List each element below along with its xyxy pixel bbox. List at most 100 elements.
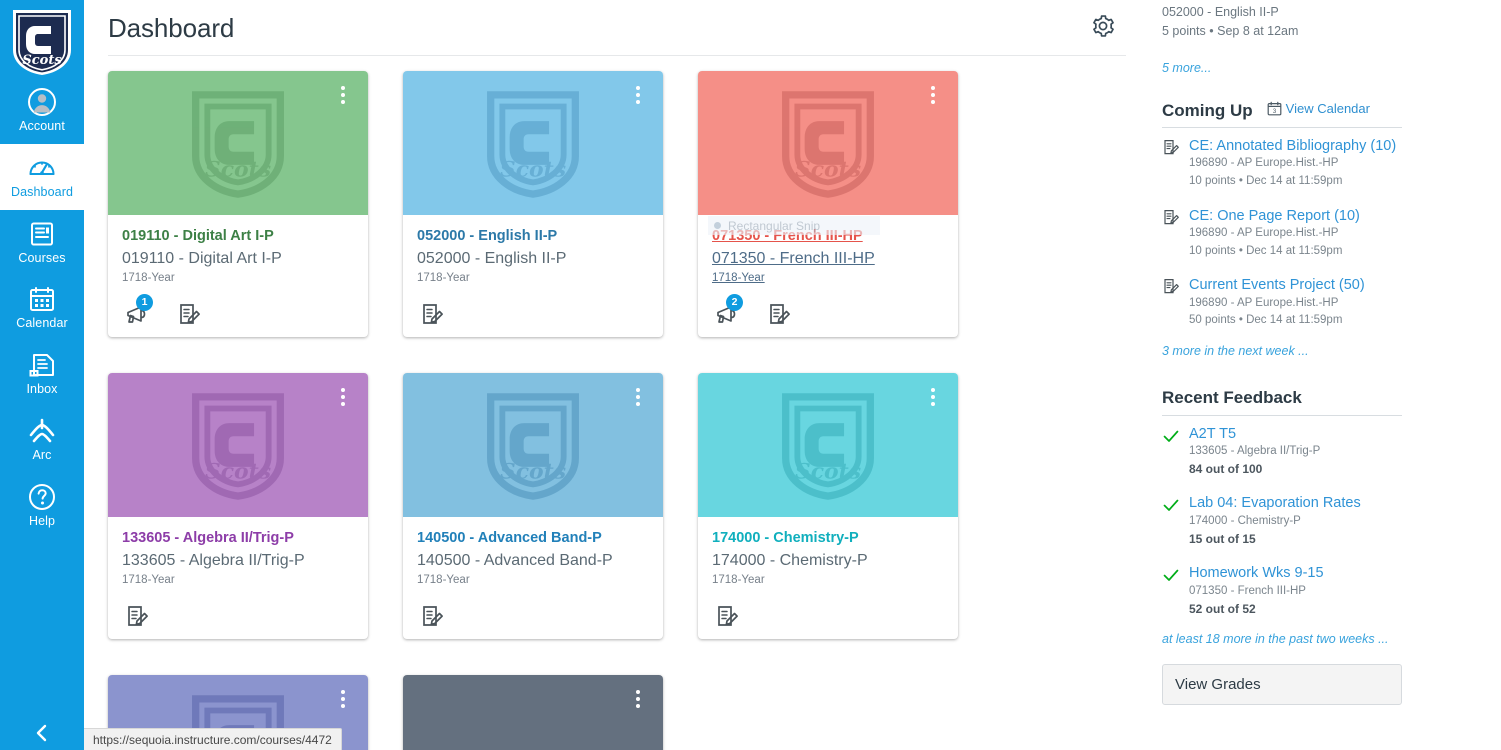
course-card-header[interactable]: Scots	[698, 372, 958, 517]
course-card-nickname[interactable]: 140500 - Advanced Band-P	[417, 529, 602, 547]
course-card-fullname[interactable]: 071350 - French III-HP	[712, 249, 944, 270]
course-card[interactable]: Scots 174000 - Chemistry-P 174000 - Chem…	[698, 372, 958, 639]
course-card-nickname[interactable]: 052000 - English II-P	[417, 227, 557, 245]
list-item[interactable]: Homework Wks 9-15 071350 - French III-HP…	[1162, 564, 1402, 618]
sidebar-item-label: Help	[28, 513, 56, 528]
course-card-actions: 1	[122, 293, 354, 327]
course-card[interactable]: Scots 052000 - English II-P 052000 - Eng…	[403, 71, 663, 337]
course-card-term[interactable]: 1718-Year	[417, 272, 649, 284]
course-card-options-kebab-icon[interactable]	[629, 385, 647, 409]
course-card-fullname[interactable]: 174000 - Chemistry-P	[712, 551, 944, 572]
coming-up-item-meta: 10 points • Dec 14 at 11:59pm	[1189, 174, 1343, 187]
help-question-icon	[27, 482, 57, 512]
feedback-item-score: 84 out of 100	[1189, 462, 1263, 477]
course-card-options-kebab-icon[interactable]	[334, 83, 352, 107]
course-card-nickname[interactable]: 133605 - Algebra II/Trig-P	[122, 529, 294, 547]
coming-up-item-course: 196890 - AP Europe.Hist.-HP	[1189, 157, 1339, 170]
course-card-nickname[interactable]: 174000 - Chemistry-P	[712, 529, 859, 547]
course-card-header[interactable]	[403, 674, 663, 750]
feedback-item-title[interactable]: Homework Wks 9-15	[1189, 564, 1402, 582]
scots-crest-logo-icon: Scots	[184, 389, 292, 501]
course-card-term[interactable]: 1718-Year	[417, 574, 649, 586]
course-card[interactable]: Scots Rectangular Snip 071350 - French I…	[698, 71, 958, 337]
course-card-body: 133605 - Algebra II/Trig-P 133605 - Alge…	[108, 517, 368, 639]
assignments-icon[interactable]	[766, 301, 792, 327]
coming-up-more-link[interactable]: 3 more in the next week ...	[1162, 344, 1402, 358]
sidebar-item-calendar[interactable]: Calendar	[0, 275, 84, 341]
course-card-options-kebab-icon[interactable]	[334, 687, 352, 711]
course-card-header[interactable]: Scots	[403, 372, 663, 517]
sidebar-item-help[interactable]: Help	[0, 473, 84, 539]
assignments-icon[interactable]	[419, 301, 445, 327]
school-logo[interactable]: Scots	[5, 4, 79, 78]
calendar-icon: 3	[1267, 101, 1282, 116]
svg-text:Scots: Scots	[795, 458, 861, 484]
coming-up-item-title[interactable]: Current Events Project (50)	[1189, 276, 1402, 294]
announcements-icon[interactable]: 1	[124, 293, 153, 327]
course-card-term[interactable]: 1718-Year	[122, 272, 354, 284]
list-item[interactable]: CE: Annotated Bibliography (10) 196890 -…	[1162, 137, 1402, 191]
sidebar-item-dashboard[interactable]: Dashboard	[0, 143, 84, 210]
todo-item-meta: 5 points • Sep 8 at 12am	[1162, 23, 1299, 38]
svg-text:Scots: Scots	[795, 157, 861, 183]
course-card-fullname[interactable]: 019110 - Digital Art I-P	[122, 249, 354, 270]
announcements-icon[interactable]: 2	[714, 293, 743, 327]
assignments-icon[interactable]	[419, 603, 445, 629]
course-card-actions	[712, 595, 944, 629]
course-card-header[interactable]: Scots	[698, 71, 958, 215]
course-card-header[interactable]: Scots	[108, 71, 368, 215]
course-card-term[interactable]: 1718-Year	[712, 574, 944, 586]
view-calendar-link[interactable]: 3 View Calendar	[1267, 101, 1370, 116]
coming-up-section: Coming Up 3 View Calendar CE: Annotated …	[1162, 101, 1402, 358]
sidebar-item-label: Inbox	[26, 382, 58, 396]
course-card-term[interactable]: 1718-Year	[122, 574, 354, 586]
sidebar-item-courses[interactable]: Courses	[0, 210, 84, 276]
coming-up-item-title[interactable]: CE: Annotated Bibliography (10)	[1189, 137, 1402, 155]
sidebar-item-label: Account	[19, 119, 65, 133]
feedback-item-title[interactable]: A2T T5	[1189, 425, 1402, 443]
feedback-item-course: 071350 - French III-HP	[1189, 584, 1306, 597]
list-item[interactable]: Current Events Project (50) 196890 - AP …	[1162, 276, 1402, 330]
gear-icon[interactable]	[1090, 13, 1120, 43]
feedback-item-title[interactable]: Lab 04: Evaporation Rates	[1189, 494, 1402, 512]
assignments-icon[interactable]	[176, 301, 202, 327]
list-item[interactable]: CE: One Page Report (10) 196890 - AP Eur…	[1162, 207, 1402, 261]
assignments-icon[interactable]	[714, 603, 740, 629]
assignments-icon[interactable]	[124, 603, 150, 629]
coming-up-item-meta: 50 points • Dec 14 at 11:59pm	[1189, 314, 1343, 327]
scots-crest-logo-icon: Scots	[13, 10, 71, 75]
course-card-options-kebab-icon[interactable]	[629, 83, 647, 107]
course-card[interactable]: Scots 019110 - Digital Art I-P 019110 - …	[108, 71, 368, 337]
course-card-fullname[interactable]: 052000 - English II-P	[417, 249, 649, 270]
course-card-nickname[interactable]: 071350 - French III-HP	[712, 227, 863, 245]
view-grades-button[interactable]: View Grades	[1162, 664, 1402, 706]
course-card-term[interactable]: 1718-Year	[712, 272, 944, 284]
course-card[interactable]: Scots 133605 - Algebra II/Trig-P 133605 …	[108, 372, 368, 639]
check-icon	[1162, 566, 1180, 584]
course-card-options-kebab-icon[interactable]	[334, 385, 352, 409]
todo-more-link[interactable]: 5 more...	[1162, 61, 1402, 75]
dashboard-right-sidebar: 052000 - English II-P 5 points • Sep 8 a…	[1150, 0, 1501, 750]
list-item[interactable]: Lab 04: Evaporation Rates 174000 - Chemi…	[1162, 494, 1402, 548]
course-card-header[interactable]: Scots	[108, 372, 368, 517]
list-item[interactable]: A2T T5 133605 - Algebra II/Trig-P 84 out…	[1162, 425, 1402, 479]
sidebar-item-label: Courses	[18, 250, 66, 265]
course-card-options-kebab-icon[interactable]	[924, 83, 942, 107]
sidebar-item-account[interactable]: Account	[0, 78, 84, 144]
course-card-nickname[interactable]: 019110 - Digital Art I-P	[122, 227, 274, 245]
course-card-fullname[interactable]: 133605 - Algebra II/Trig-P	[122, 551, 354, 572]
sidebar-item-arc[interactable]: Arc	[0, 407, 84, 473]
coming-up-item-title[interactable]: CE: One Page Report (10)	[1189, 207, 1402, 225]
course-card-body: 140500 - Advanced Band-P 140500 - Advanc…	[403, 517, 663, 639]
sidebar-collapse-toggle[interactable]	[0, 716, 84, 750]
sidebar-item-inbox[interactable]: Inbox	[0, 341, 84, 407]
dashboard-gauge-icon	[27, 153, 57, 183]
course-card[interactable]: Scots 140500 - Advanced Band-P 140500 - …	[403, 372, 663, 639]
course-card-fullname[interactable]: 140500 - Advanced Band-P	[417, 551, 649, 572]
todo-list-tail: 052000 - English II-P 5 points • Sep 8 a…	[1162, 0, 1402, 75]
course-card[interactable]	[403, 674, 663, 750]
course-card-options-kebab-icon[interactable]	[924, 385, 942, 409]
recent-feedback-more-link[interactable]: at least 18 more in the past two weeks .…	[1162, 632, 1402, 646]
course-card-header[interactable]: Scots	[403, 71, 663, 215]
course-card-options-kebab-icon[interactable]	[629, 687, 647, 711]
